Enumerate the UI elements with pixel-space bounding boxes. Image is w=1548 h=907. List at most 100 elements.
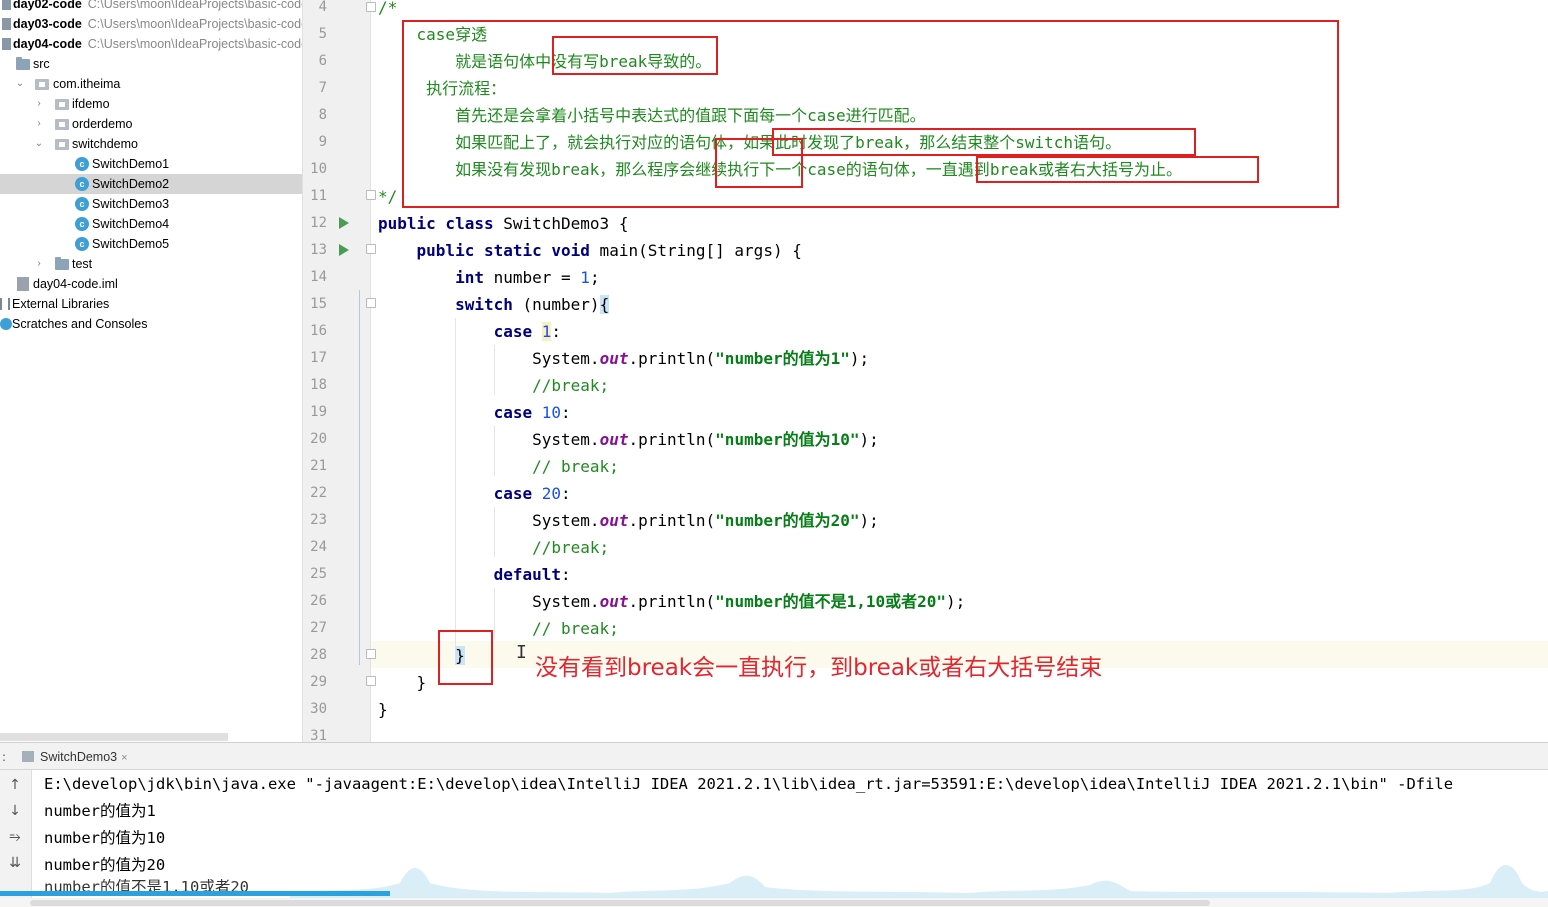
field-ref: out [599,592,629,611]
chevron-right-icon[interactable]: › [33,114,45,134]
code-text: System. [532,349,600,368]
progress-bar [0,891,390,896]
tree-item-switchdemo1[interactable]: c SwitchDemo1 [0,154,302,174]
indent-guide [359,290,360,665]
tree-item-switchdemo3[interactable]: c SwitchDemo3 [0,194,302,214]
tree-item-day03-code[interactable]: day03-code C:\Users\moon\IdeaProjects\bas… [0,14,302,34]
code-line-20: System.out.println("number的值为10"); [378,426,879,453]
annotation-note: 没有看到break会一直执行，到break或者右大括号结束 [535,655,1103,681]
tree-item-day04-code-iml[interactable]: day04-code.iml [0,274,302,294]
folder-icon [16,57,30,70]
tree-item-ifdemo[interactable]: › ifdemo [0,94,302,114]
tree-item-day04-code[interactable]: day04-code C:\Users\moon\IdeaProjects\bas… [0,34,303,54]
tree-item-label: test [72,257,93,271]
scroll-to-end-icon[interactable]: ⇊ [6,854,24,872]
comment-open: /* [378,0,398,17]
field-ref: out [599,349,629,368]
code-text: } [416,673,427,692]
line-number: 4 [318,0,327,15]
code-text: main(String[] args) { [589,241,802,260]
run-icon[interactable] [339,244,349,256]
line-number: 5 [318,26,327,42]
console-horizontal-scrollbar[interactable] [0,898,1548,907]
tree-item-label: src [33,57,50,71]
line-number: 20 [310,431,327,447]
string-literal: "number的值为1" [715,349,850,368]
tree-item-test[interactable]: › test [0,254,302,274]
code-line-13: public static void main(String[] args) { [378,237,802,264]
fold-icon[interactable] [366,298,376,308]
run-tool-window: : SwitchDemo3 × ↑ ↓ ⥱ ⇊ E:\develop\jdk\bi… [0,742,1548,907]
line-number: 28 [310,647,327,663]
close-icon[interactable]: × [121,752,127,764]
line-number: 23 [310,512,327,528]
line-number: 29 [310,674,327,690]
code-text: .println( [628,592,716,611]
iml-file-icon [17,277,29,291]
chevron-down-icon[interactable]: ⌄ [14,74,26,94]
tree-item-switchdemo4[interactable]: c SwitchDemo4 [0,214,302,234]
class-icon: c [75,217,89,231]
fold-icon[interactable] [366,649,376,659]
line-number: 31 [310,728,327,742]
package-icon [55,99,69,110]
soft-wrap-icon[interactable]: ⥱ [6,828,24,846]
scroll-down-icon[interactable]: ↓ [6,802,24,820]
line-number: 27 [310,620,327,636]
class-icon: c [75,197,89,211]
folder-icon [55,257,69,270]
code-text: : [561,565,571,584]
code-text: ); [849,349,870,368]
tree-item-switchdemo5[interactable]: c SwitchDemo5 [0,234,302,254]
tree-item-src[interactable]: src [0,54,302,74]
chevron-right-icon[interactable]: › [33,254,45,274]
scroll-up-icon[interactable]: ↑ [6,776,24,794]
fold-icon[interactable] [366,676,376,686]
annotation-box-closing-brace [438,630,493,685]
annotation-box-break [552,36,718,75]
number-literal: 1 [580,268,590,287]
chevron-right-icon[interactable]: › [33,94,45,114]
code-text: number = [483,268,581,287]
keyword: switch [455,295,513,314]
tree-horizontal-scrollbar[interactable] [0,733,228,741]
chevron-down-icon[interactable]: ⌄ [33,134,45,154]
tree-item-path: C:\Users\moon\IdeaProjects\basic-code [87,0,303,11]
number-literal: 20 [541,484,562,503]
line-number: 15 [310,296,327,312]
tree-item-com-itheima[interactable]: ⌄ com.itheima [0,74,302,94]
annotation-box-until-brace [976,156,1259,183]
fold-icon[interactable] [366,244,376,254]
code-text: ); [859,511,879,530]
tree-item-path: C:\Users\moon\IdeaProjects\basic-code [87,37,303,51]
tree-item-switchdemo2[interactable]: c SwitchDemo2 [0,174,302,194]
code-line-22: case 20: [378,480,571,507]
tab-switchdemo3[interactable]: SwitchDemo3 × [22,748,128,766]
tree-item-label: day04-code [13,37,82,51]
string-literal: "number的值为20" [715,511,860,530]
fold-icon[interactable] [366,2,376,12]
line-number: 8 [318,107,327,123]
keyword: default [493,565,562,584]
tree-item-label: SwitchDemo4 [92,217,170,231]
scratch-icon [0,318,12,330]
code-editor[interactable]: 4 5 6 7 8 9 10 11 12 13 14 15 16 17 18 1… [303,0,1548,742]
line-number: 17 [310,350,327,366]
number-literal: 10 [541,403,562,422]
keyword: case [493,403,533,422]
tree-item-switchdemo[interactable]: ⌄ switchdemo [0,134,302,154]
tree-item-scratches[interactable]: Scratches and Consoles [0,314,302,334]
run-icon[interactable] [339,217,349,229]
annotation-box-continue [715,138,803,188]
tree-item-label: SwitchDemo3 [92,197,170,211]
code-text: (number) [512,295,600,314]
code-text: System. [532,511,600,530]
tree-item-day02-code[interactable]: day02-code C:\Users\moon\IdeaProjects\bas… [0,0,303,14]
scrollbar-thumb[interactable] [30,900,1210,906]
fold-icon[interactable] [366,190,376,200]
tree-item-orderdemo[interactable]: › orderdemo [0,114,302,134]
comment-text: //break; [532,376,610,395]
tree-item-external-libraries[interactable]: External Libraries [0,294,302,314]
line-number: 30 [310,701,327,717]
line-number: 12 [310,215,327,231]
